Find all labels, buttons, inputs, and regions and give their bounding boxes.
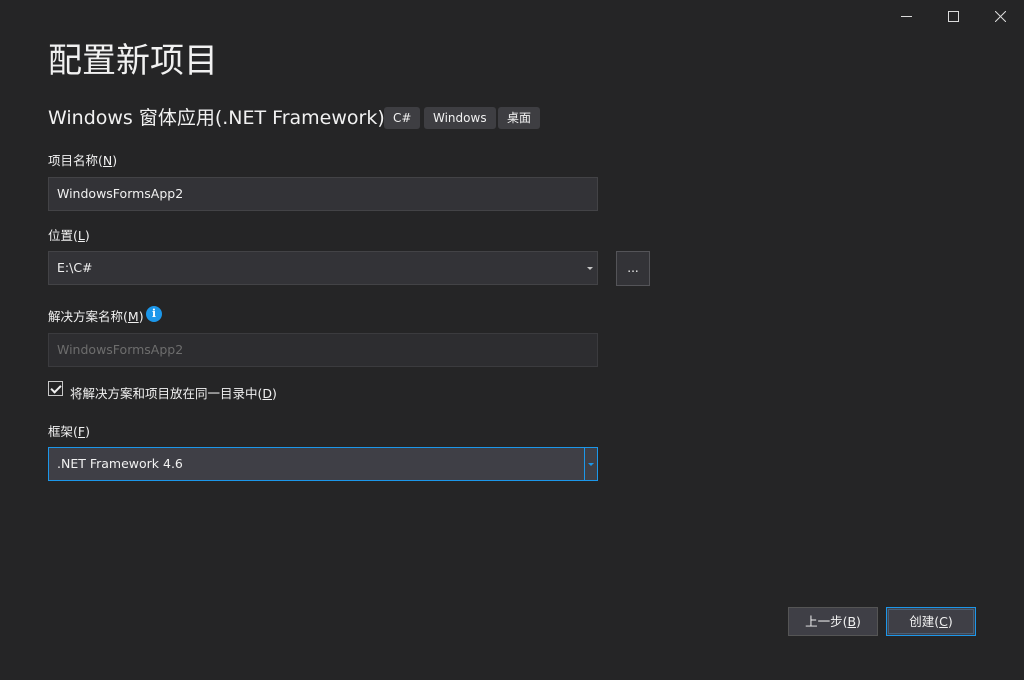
project-name-value: WindowsFormsApp2 [57, 186, 184, 201]
chevron-down-icon[interactable] [583, 252, 597, 284]
browse-button[interactable]: ... [616, 251, 650, 286]
create-button[interactable]: 创建(C) [886, 607, 976, 636]
tag-platform: Windows [424, 107, 496, 129]
minimize-icon [900, 15, 912, 17]
maximize-button[interactable] [929, 0, 977, 32]
tag-project-type: 桌面 [498, 107, 541, 129]
maximize-icon [947, 10, 959, 22]
location-value: E:\C# [57, 260, 93, 275]
location-label: 位置(L) [48, 228, 90, 243]
solution-name-placeholder: WindowsFormsApp2 [57, 342, 184, 357]
info-icon[interactable]: i [146, 306, 162, 322]
solution-name-label: 解决方案名称(M) [48, 309, 144, 324]
solution-name-input: WindowsFormsApp2 [48, 333, 598, 367]
project-name-input[interactable]: WindowsFormsApp2 [48, 177, 598, 211]
minimize-button[interactable] [882, 0, 930, 32]
close-button[interactable] [976, 0, 1024, 32]
framework-dropdown[interactable]: .NET Framework 4.6 [48, 447, 598, 481]
page-title: 配置新项目 [48, 41, 218, 81]
back-button[interactable]: 上一步(B) [788, 607, 878, 636]
same-directory-label[interactable]: 将解决方案和项目放在同一目录中(D) [70, 383, 277, 402]
close-icon [994, 10, 1006, 22]
location-combobox[interactable]: E:\C# [48, 251, 598, 285]
chevron-down-icon[interactable] [584, 448, 597, 480]
tag-language: C# [384, 107, 421, 129]
same-directory-checkbox[interactable] [48, 381, 63, 396]
project-name-label: 项目名称(N) [48, 153, 118, 168]
framework-value: .NET Framework 4.6 [57, 456, 183, 471]
framework-label: 框架(F) [48, 424, 90, 439]
template-name: Windows 窗体应用(.NET Framework) [48, 107, 385, 129]
